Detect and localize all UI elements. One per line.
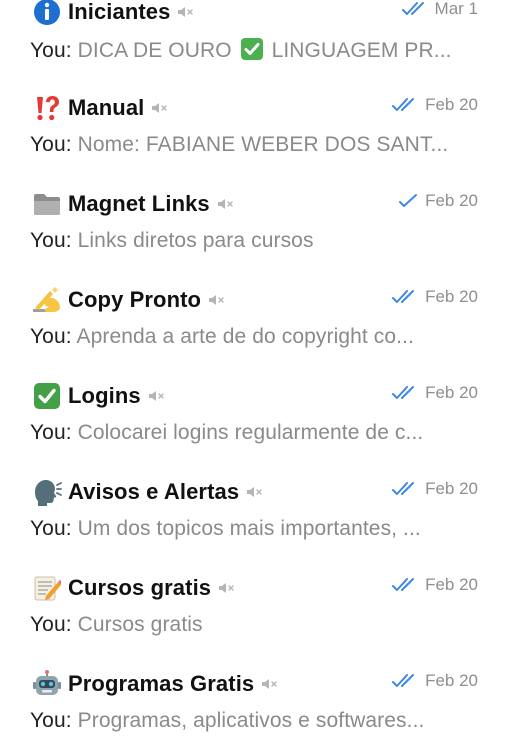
preview-text: Programas, aplicativos e softwares... xyxy=(77,709,425,732)
muted-speaker-icon xyxy=(216,197,236,211)
chat-title: Iniciantes xyxy=(32,0,196,27)
preview-sender: You: xyxy=(30,421,72,444)
double-check-icon xyxy=(392,577,418,593)
robot-emoji-icon xyxy=(32,669,62,699)
preview-sender: You: xyxy=(30,39,72,62)
preview-text: Um dos topicos mais importantes, ... xyxy=(77,517,421,540)
chat-date: Feb 20 xyxy=(425,287,478,306)
chat-preview: You: Colocarei logins regularmente de c.… xyxy=(30,421,472,445)
chat-row-avisos-e-alertas[interactable]: Avisos e Alertas Feb 20 You: Um dos topi… xyxy=(0,467,506,563)
chat-name: Avisos e Alertas xyxy=(68,479,240,504)
chat-meta: Feb 20 xyxy=(392,287,478,307)
preview-sender: You: xyxy=(30,229,72,252)
muted-speaker-icon xyxy=(260,677,280,691)
double-check-icon xyxy=(392,289,418,305)
chat-row-copy-pronto[interactable]: Copy Pronto Feb 20 You: Aprenda a arte d… xyxy=(0,275,506,371)
preview-text: DICA DE OURO xyxy=(77,39,232,62)
chat-title: Programas Gratis xyxy=(32,669,280,699)
chat-name: Iniciantes xyxy=(68,0,171,24)
chat-name: Logins xyxy=(68,383,141,408)
chat-name: Copy Pronto xyxy=(68,287,202,312)
preview-sender: You: xyxy=(30,133,72,156)
chat-title: Cursos gratis xyxy=(32,573,237,603)
chat-row-iniciantes[interactable]: Iniciantes Mar 1 You: DICA DE OURO LINGU… xyxy=(0,0,506,83)
chat-preview: You: Um dos topicos mais importantes, ..… xyxy=(30,517,472,541)
chat-list: Iniciantes Mar 1 You: DICA DE OURO LINGU… xyxy=(0,0,506,755)
chat-title: Magnet Links xyxy=(32,189,236,219)
muted-speaker-icon xyxy=(217,581,237,595)
chat-row-magnet-links[interactable]: Magnet Links Feb 20 You: Links diretos p… xyxy=(0,179,506,275)
muted-speaker-icon xyxy=(150,101,170,115)
chat-date: Mar 1 xyxy=(434,0,478,18)
chat-preview: You: Programas, aplicativos e softwares.… xyxy=(30,709,472,733)
chat-name: Cursos gratis xyxy=(68,575,212,600)
preview-text: Links diretos para cursos xyxy=(77,229,314,252)
writing-hand-emoji-icon xyxy=(32,285,62,315)
chat-date: Feb 20 xyxy=(425,671,478,690)
check-mark-button-emoji-icon xyxy=(240,37,264,67)
chat-date: Feb 20 xyxy=(425,383,478,402)
muted-speaker-icon xyxy=(207,293,227,307)
preview-sender: You: xyxy=(30,325,72,348)
chat-name: Manual xyxy=(68,95,145,120)
chat-preview: You: Aprenda a arte de do copyright co..… xyxy=(30,325,472,349)
double-check-icon xyxy=(401,1,428,17)
double-check-icon xyxy=(392,97,418,113)
chat-meta: Feb 20 xyxy=(392,671,478,691)
chat-meta: Feb 20 xyxy=(392,95,478,115)
preview-text: Nome: FABIANE WEBER DOS SANT... xyxy=(77,133,449,156)
memo-emoji-icon xyxy=(32,573,62,603)
chat-preview: You: Cursos gratis xyxy=(30,613,472,637)
chat-title: Logins xyxy=(32,381,167,411)
chat-preview: You: DICA DE OURO LINGUAGEM PR... xyxy=(30,37,472,67)
check-mark-button-emoji-icon xyxy=(32,381,62,411)
preview-text: Colocarei logins regularmente de c... xyxy=(77,421,424,444)
chat-meta: Feb 20 xyxy=(392,479,478,499)
chat-date: Feb 20 xyxy=(425,479,478,498)
chat-meta: Mar 1 xyxy=(401,0,478,19)
info-emoji-icon xyxy=(32,0,62,27)
double-check-icon xyxy=(392,385,418,401)
preview-text: Cursos gratis xyxy=(77,613,203,636)
chat-row-manual[interactable]: Manual Feb 20 You: Nome: FABIANE WEBER D… xyxy=(0,83,506,179)
chat-preview: You: Nome: FABIANE WEBER DOS SANT... xyxy=(30,133,472,157)
chat-date: Feb 20 xyxy=(425,191,478,210)
double-check-icon xyxy=(392,481,418,497)
muted-speaker-icon xyxy=(176,5,196,19)
preview-sender: You: xyxy=(30,517,72,540)
preview-sender: You: xyxy=(30,613,72,636)
speaking-head-emoji-icon xyxy=(32,477,62,507)
muted-speaker-icon xyxy=(245,485,265,499)
chat-meta: Feb 20 xyxy=(392,575,478,595)
chat-name: Magnet Links xyxy=(68,191,210,216)
folder-emoji-icon xyxy=(32,189,62,219)
preview-text: Aprenda a arte de do copyright co... xyxy=(76,325,414,348)
single-check-icon xyxy=(398,193,418,209)
preview-text-continued: LINGUAGEM PR... xyxy=(271,39,452,62)
muted-speaker-icon xyxy=(147,389,167,403)
chat-title: Copy Pronto xyxy=(32,285,227,315)
chat-row-logins[interactable]: Logins Feb 20 You: Colocarei logins regu… xyxy=(0,371,506,467)
exclamation-question-emoji-icon xyxy=(32,93,62,123)
chat-meta: Feb 20 xyxy=(392,383,478,403)
chat-title: Avisos e Alertas xyxy=(32,477,265,507)
chat-date: Feb 20 xyxy=(425,95,478,114)
chat-name: Programas Gratis xyxy=(68,671,255,696)
double-check-icon xyxy=(392,673,418,689)
chat-title: Manual xyxy=(32,93,170,123)
chat-meta: Feb 20 xyxy=(398,191,478,211)
preview-sender: You: xyxy=(30,709,72,732)
chat-row-programas-gratis[interactable]: Programas Gratis Feb 20 You: Programas, … xyxy=(0,659,506,755)
chat-preview: You: Links diretos para cursos xyxy=(30,229,472,253)
chat-date: Feb 20 xyxy=(425,575,478,594)
chat-row-cursos-gratis[interactable]: Cursos gratis Feb 20 You: Cursos gratis xyxy=(0,563,506,659)
